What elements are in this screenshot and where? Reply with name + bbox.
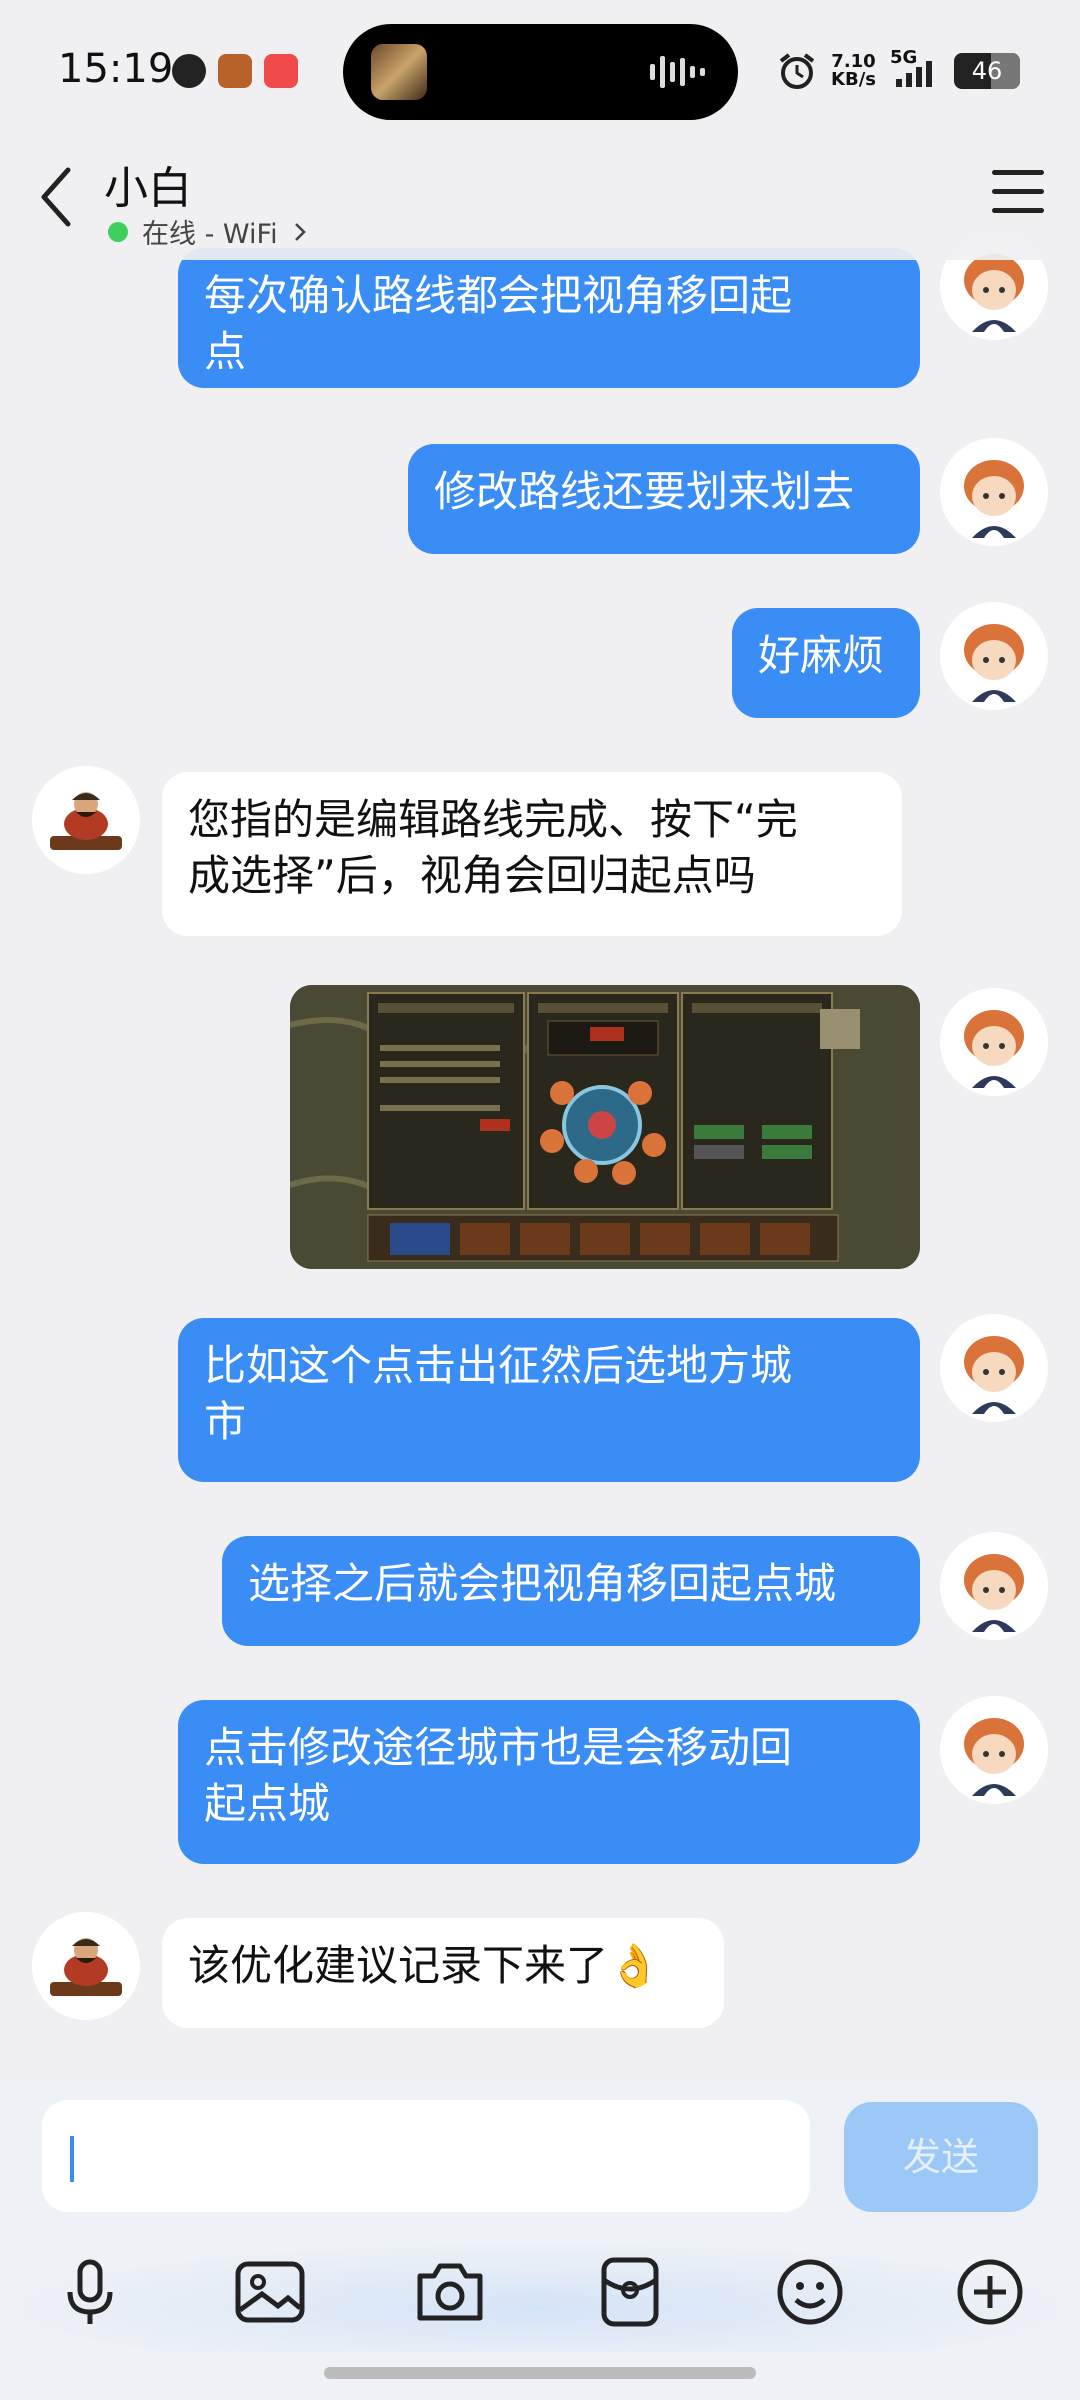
my-avatar[interactable] <box>940 1314 1048 1422</box>
message-bubble-outgoing[interactable]: 比如这个点击出征然后选地方城 市 <box>178 1318 920 1482</box>
camera-icon[interactable] <box>410 2252 490 2332</box>
composer: 发送 <box>0 2080 1080 2400</box>
image-icon[interactable] <box>230 2252 310 2332</box>
my-avatar[interactable] <box>940 438 1048 546</box>
contact-name[interactable]: 小白 <box>104 152 192 216</box>
alarm-icon <box>779 53 815 89</box>
message-bubble-incoming[interactable]: 您指的是编辑路线完成、按下“完 成选择”后，视角会回归起点吗 <box>162 772 902 936</box>
message-bubble-outgoing[interactable]: 点击修改途径城市也是会移动回 起点城 <box>178 1700 920 1864</box>
back-icon[interactable] <box>36 162 76 232</box>
chat-header: 小白 在线 - WiFi <box>0 140 1080 260</box>
battery-indicator: 46 <box>954 53 1020 89</box>
message-bubble-outgoing[interactable]: 选择之后就会把视角移回起点城 <box>222 1536 920 1646</box>
network-speed: 7.10 KB/s <box>831 51 876 90</box>
online-status-text: 在线 - WiFi <box>142 219 278 250</box>
online-status[interactable]: 在线 - WiFi <box>108 212 308 251</box>
dynamic-island[interactable] <box>343 24 738 120</box>
signal-icon: 5G <box>890 47 940 91</box>
image-message[interactable] <box>290 985 920 1269</box>
message-line: 点 <box>204 327 247 376</box>
message-bubble-outgoing[interactable]: 每次确认路线都会把视角移回起 点 <box>178 248 920 388</box>
notification-app-icon <box>172 54 206 88</box>
message-text: 选择之后就会把视角移回起点城 <box>248 1559 837 1608</box>
message-line: 比如这个点击出征然后选地方城 <box>204 1341 793 1390</box>
message-text: 该优化建议记录下来了👌 <box>188 1941 661 1990</box>
menu-icon[interactable] <box>992 170 1044 214</box>
my-avatar[interactable] <box>940 988 1048 1096</box>
contact-avatar[interactable] <box>32 1912 140 2020</box>
my-avatar[interactable] <box>940 602 1048 710</box>
message-bubble-incoming[interactable]: 该优化建议记录下来了👌 <box>162 1918 724 2028</box>
message-text: 修改路线还要划来划去 <box>434 467 855 516</box>
red-packet-icon[interactable] <box>590 2252 670 2332</box>
notification-game-icon <box>218 54 252 88</box>
status-bar: 15:19 7.10 KB/s 5G 46 <box>0 0 1080 140</box>
text-caret <box>70 2136 74 2182</box>
media-thumbnail <box>371 44 427 100</box>
message-text: 好麻烦 <box>758 631 885 680</box>
message-line: 成选择”后，视角会回归起点吗 <box>188 851 756 900</box>
chat-area[interactable]: 每次确认路线都会把视角移回起 点 修改路线还要划来划去 好麻烦 您指的是编辑路线… <box>0 0 1080 2080</box>
contact-avatar[interactable] <box>32 766 140 874</box>
chevron-right-icon <box>294 222 306 241</box>
message-bubble-outgoing[interactable]: 修改路线还要划来划去 <box>408 444 920 554</box>
emoji-icon[interactable] <box>770 2252 850 2332</box>
message-line: 起点城 <box>204 1779 331 1828</box>
status-indicators: 7.10 KB/s 5G 46 <box>777 47 1020 94</box>
my-avatar[interactable] <box>940 1532 1048 1640</box>
message-line: 点击修改途径城市也是会移动回 <box>204 1723 793 1772</box>
home-indicator[interactable] <box>324 2367 756 2379</box>
audio-wave-icon <box>650 56 705 88</box>
message-bubble-outgoing[interactable]: 好麻烦 <box>732 608 920 718</box>
message-line: 市 <box>204 1397 247 1446</box>
microphone-icon[interactable] <box>50 2252 130 2332</box>
plus-icon[interactable] <box>950 2252 1030 2332</box>
message-line: 您指的是编辑路线完成、按下“完 <box>188 795 798 844</box>
message-line: 每次确认路线都会把视角移回起 <box>204 271 793 320</box>
send-button[interactable]: 发送 <box>844 2102 1038 2212</box>
my-avatar[interactable] <box>940 1696 1048 1804</box>
composer-toolbar <box>0 2242 1080 2352</box>
message-input[interactable] <box>42 2100 810 2212</box>
notification-video-icon <box>264 54 298 88</box>
status-time: 15:19 <box>58 46 174 92</box>
game-screenshot-image <box>290 985 920 1269</box>
online-dot <box>108 221 128 242</box>
